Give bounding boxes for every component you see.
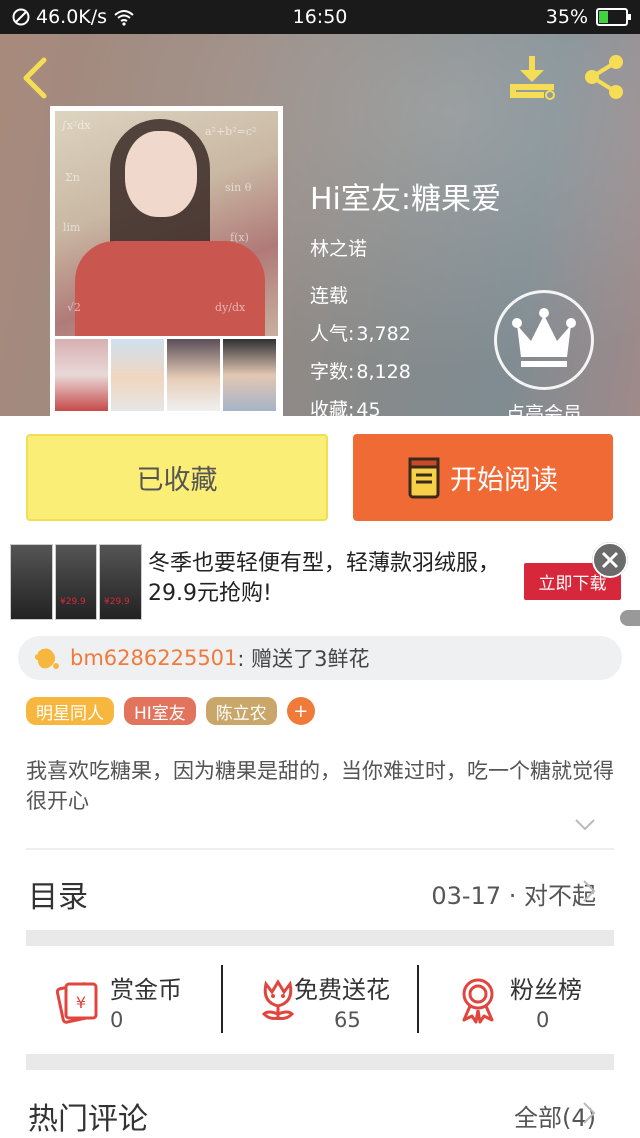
- divider: [26, 848, 614, 850]
- battery-fill: [599, 11, 609, 23]
- book-header: ∫x²dx a²+b²=c² Σn sin θ lim f(x) dy/dx √…: [0, 34, 640, 416]
- stat-value: 45: [356, 399, 381, 416]
- stat-value: 3,782: [356, 323, 411, 345]
- cover-equation: a²+b²=c²: [205, 125, 257, 138]
- cover-equation: lim: [63, 221, 81, 234]
- status-right: 35%: [545, 6, 631, 28]
- ad-product: [10, 544, 53, 620]
- cover-thumb: [167, 339, 220, 411]
- tag-label: 明星同人: [36, 703, 104, 724]
- cover-face: [125, 131, 197, 217]
- tag-label: 陈立农: [215, 703, 267, 724]
- cover-thumb: [223, 339, 276, 411]
- cover-thumbnails: [55, 339, 278, 411]
- chevron-right-icon[interactable]: [582, 1101, 596, 1125]
- support-label: 赏金币: [110, 976, 182, 1004]
- stat-value: 8,128: [356, 361, 411, 383]
- ad-product: [99, 544, 143, 620]
- stat-label: 字数:: [310, 361, 355, 383]
- collected-button[interactable]: 已收藏: [26, 434, 328, 521]
- ad-price-tag: ¥29.9: [60, 597, 86, 607]
- latest-chapter[interactable]: 03-17 · 对不起: [431, 876, 596, 911]
- chevron-right-icon[interactable]: [582, 879, 596, 903]
- book-author[interactable]: 林之诺: [310, 234, 367, 261]
- flower-icon: [35, 648, 59, 669]
- cover-main-image: ∫x²dx a²+b²=c² Σn sin θ lim f(x) dy/dx √…: [55, 111, 278, 336]
- tag-item[interactable]: HI室友: [124, 697, 196, 725]
- vip-button[interactable]: [494, 290, 594, 390]
- gift-notice[interactable]: bm6286225501 : 赠送了3鲜花: [18, 636, 622, 680]
- cover-equation: f(x): [230, 231, 249, 244]
- support-label: 免费送花: [294, 976, 390, 1004]
- clock: 16:50: [292, 6, 348, 28]
- toc-title[interactable]: 目录: [28, 872, 88, 916]
- book-icon: [408, 457, 440, 498]
- stat-popularity: 人气: 3,782: [310, 319, 411, 346]
- hot-comments-title: 热门评论: [28, 1102, 148, 1137]
- gift-user[interactable]: bm6286225501: [70, 646, 237, 670]
- stat-label: 收藏:: [310, 399, 355, 416]
- tag-label: HI室友: [134, 703, 186, 724]
- start-reading-button[interactable]: 开始阅读: [353, 434, 613, 521]
- chevron-down-icon[interactable]: [574, 818, 596, 832]
- cover-shirt: [75, 241, 265, 336]
- download-icon[interactable]: [506, 54, 558, 100]
- back-icon[interactable]: [16, 56, 56, 100]
- tag-list: 明星同人 HI室友 陈立农 +: [26, 697, 315, 725]
- crown-icon: [512, 308, 576, 367]
- support-divider: [221, 965, 223, 1033]
- ad-price-tag: ¥29.9: [104, 597, 130, 607]
- battery-percent: 35%: [545, 6, 588, 28]
- close-icon[interactable]: [592, 542, 628, 578]
- support-divider: [417, 965, 419, 1033]
- cover-equation: Σn: [65, 171, 80, 184]
- battery-icon: [596, 8, 631, 26]
- reward-coins-button[interactable]: ¥ 赏金币 0: [26, 962, 222, 1036]
- ad-mark-icon: [620, 610, 640, 626]
- book-cover[interactable]: ∫x²dx a²+b²=c² Σn sin θ lim f(x) dy/dx √…: [50, 106, 283, 416]
- tag-item[interactable]: 陈立农: [205, 697, 277, 725]
- collected-label: 已收藏: [136, 465, 218, 496]
- red-envelope-icon: ¥: [56, 982, 98, 1024]
- ad-image: [10, 544, 143, 620]
- cover-thumb: [111, 339, 164, 411]
- book-title: Hi室友:糖果爱: [310, 182, 502, 217]
- cover-thumb: [55, 339, 108, 411]
- add-tag-button[interactable]: +: [286, 697, 315, 725]
- cover-equation: ∫x²dx: [61, 119, 91, 132]
- cover-equation: sin θ: [225, 181, 252, 194]
- book-description: 我喜欢吃糖果，因为糖果是甜的，当你难过时，吃一个糖就觉得很开心: [26, 759, 614, 813]
- support-label: 粉丝榜: [510, 976, 582, 1004]
- stat-favorites: 收藏: 45: [310, 395, 381, 416]
- share-icon[interactable]: [580, 54, 628, 100]
- gift-message: : 赠送了3鲜花: [237, 647, 370, 671]
- medal-icon: [462, 978, 494, 1024]
- ad-text: 冬季也要轻便有型，轻薄款羽绒服，29.9元抢购!: [148, 551, 501, 606]
- cover-equation: dy/dx: [215, 301, 246, 314]
- stat-word-count: 字数: 8,128: [310, 357, 411, 384]
- status-bar: 46.0K/s 16:50 35%: [0, 0, 640, 34]
- ad-product: [54, 544, 98, 620]
- book-status: 连载: [310, 285, 349, 307]
- svg-text:¥: ¥: [76, 993, 86, 1012]
- support-row: ¥ 赏金币 0 免费送花 65 粉丝榜 0: [26, 962, 614, 1036]
- start-reading-label: 开始阅读: [450, 465, 558, 496]
- fan-ranking-button[interactable]: 粉丝榜 0: [426, 962, 622, 1036]
- section-separator: [26, 930, 614, 946]
- cover-equation: √2: [67, 301, 82, 314]
- stat-label: 人气:: [310, 323, 355, 345]
- section-separator: [26, 1054, 614, 1070]
- tag-item[interactable]: 明星同人: [26, 697, 114, 725]
- support-count: 0: [536, 1008, 550, 1032]
- support-count: 65: [334, 1008, 361, 1032]
- send-flower-button[interactable]: 免费送花 65: [226, 962, 422, 1036]
- support-count: 0: [110, 1008, 124, 1032]
- vip-label[interactable]: 点亮会员: [480, 399, 608, 416]
